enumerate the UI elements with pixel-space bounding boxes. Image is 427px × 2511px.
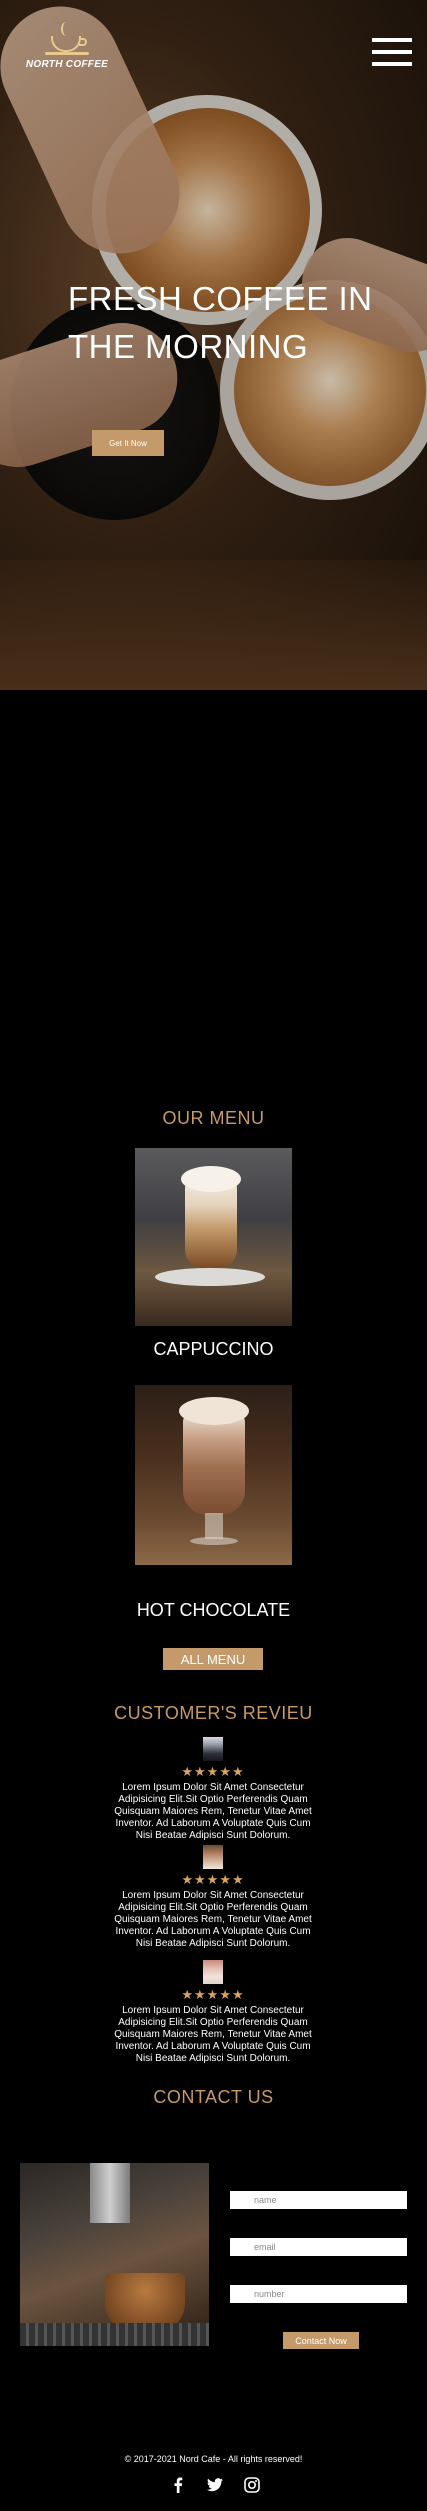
hot-chocolate-image (135, 1385, 292, 1565)
brand-name: NORTH COFFEE (25, 59, 109, 70)
copyright-text: © 2017-2021 Nord Cafe - All rights reser… (124, 2454, 303, 2464)
review-text: Lorem Ipsum Dolor Sit Amet Consectetur A… (114, 1890, 312, 1949)
menu-item-label: CAPPUCCINO (153, 1339, 274, 1359)
social-links (170, 2476, 260, 2494)
hero-section: NORTH COFFEE FRESH COFFEE IN THE MORNING… (0, 0, 427, 690)
review-text: Lorem Ipsum Dolor Sit Amet Consectetur A… (114, 1782, 312, 1841)
espresso-machine-image (20, 2163, 209, 2346)
facebook-icon[interactable] (170, 2477, 186, 2493)
star-rating: ★★★★★ (181, 1872, 245, 1887)
name-field[interactable] (230, 2191, 407, 2209)
twitter-icon[interactable] (207, 2477, 223, 2493)
contact-section-title: CONTACT US (153, 2087, 274, 2107)
hero-title: FRESH COFFEE IN THE MORNING (68, 280, 373, 365)
star-rating: ★★★★★ (181, 1987, 245, 2002)
instagram-icon[interactable] (244, 2477, 260, 2493)
review-card: ★★★★★ Lorem Ipsum Dolor Sit Amet Consect… (113, 1737, 313, 1842)
brand-logo[interactable]: NORTH COFFEE (22, 22, 112, 70)
get-it-now-button[interactable]: Get It Now (92, 430, 164, 456)
avatar (203, 1737, 223, 1761)
review-card: ★★★★★ Lorem Ipsum Dolor Sit Amet Consect… (113, 1960, 313, 2065)
contact-now-button[interactable]: Contact Now (283, 2332, 359, 2349)
avatar (203, 1845, 223, 1869)
email-field[interactable] (230, 2238, 407, 2256)
cappuccino-image (135, 1148, 292, 1326)
all-menu-button[interactable]: ALL MENU (163, 1648, 263, 1670)
number-field[interactable] (230, 2285, 407, 2303)
review-text: Lorem Ipsum Dolor Sit Amet Consectetur A… (114, 2005, 312, 2064)
menu-item-label: HOT CHOCOLATE (136, 1600, 291, 1620)
reviews-section-title: CUSTOMER'S REVIEU (114, 1703, 313, 1723)
menu-section-title: OUR MENU (162, 1108, 265, 1128)
hamburger-menu-icon[interactable] (372, 38, 412, 66)
coffee-cup-icon (45, 22, 89, 56)
review-card: ★★★★★ Lorem Ipsum Dolor Sit Amet Consect… (113, 1845, 313, 1950)
star-rating: ★★★★★ (181, 1764, 245, 1779)
avatar (203, 1960, 223, 1984)
